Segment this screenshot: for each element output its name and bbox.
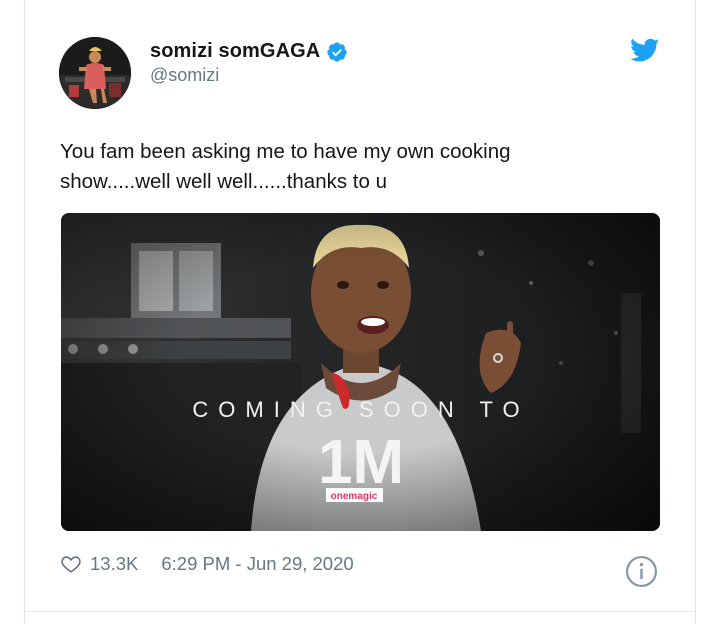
twitter-bird-icon[interactable]	[630, 38, 660, 64]
media-caption: COMING SOON TO	[192, 397, 529, 422]
avatar-image	[59, 37, 131, 109]
card-divider	[24, 611, 696, 612]
tweet-text-line-1: You fam been asking me to have my own co…	[60, 140, 511, 163]
info-icon[interactable]	[625, 555, 658, 588]
avatar[interactable]	[59, 37, 131, 109]
name-row[interactable]: somizi somGAGA	[150, 40, 348, 63]
display-name[interactable]: somizi somGAGA	[150, 40, 320, 63]
tweet-footer: 13.3K 6:29 PM - Jun 29, 2020	[60, 551, 354, 577]
media-image: COMING SOON TO 1M onemagic	[61, 213, 660, 531]
tweet-media[interactable]: COMING SOON TO 1M onemagic	[61, 213, 660, 531]
heart-icon[interactable]	[60, 553, 82, 575]
tweet-text: You fam been asking me to have my own co…	[60, 137, 620, 197]
tweet-text-line-2: show.....well well well......thanks to u	[60, 170, 387, 193]
onemagic-logo-mark: 1M	[318, 428, 404, 497]
onemagic-logo-sub: onemagic	[331, 491, 378, 502]
tweet-timestamp[interactable]: 6:29 PM - Jun 29, 2020	[161, 553, 353, 575]
like-count[interactable]: 13.3K	[90, 553, 138, 575]
user-handle[interactable]: @somizi	[150, 65, 219, 86]
verified-badge-icon	[327, 41, 347, 62]
